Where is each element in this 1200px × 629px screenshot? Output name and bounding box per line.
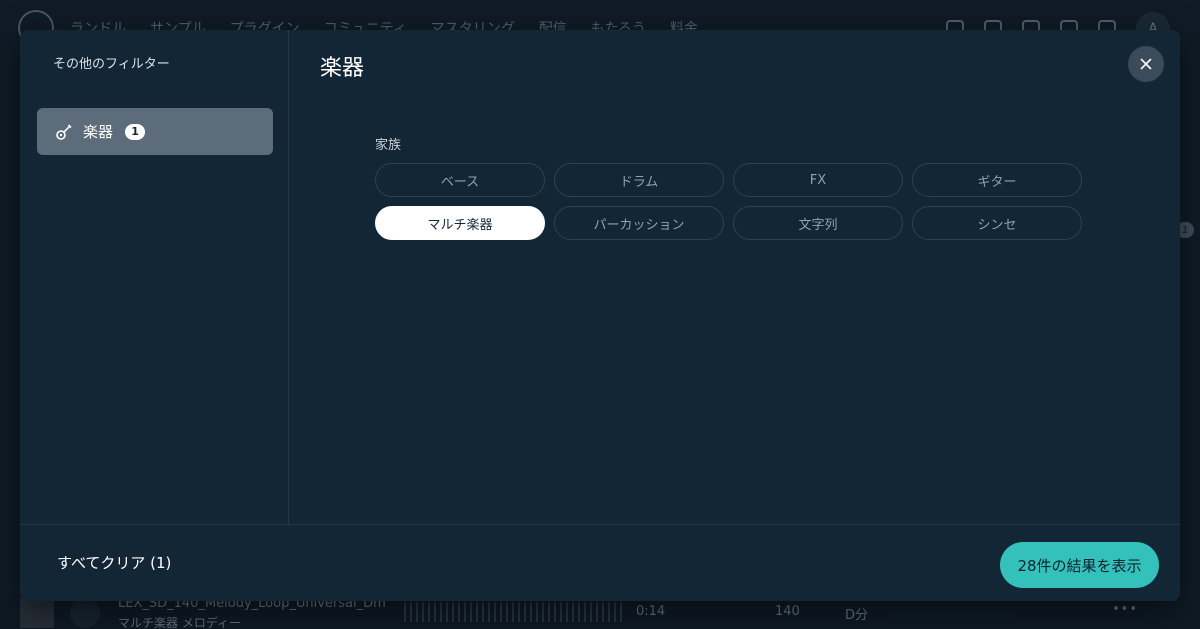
modal-footer: すべてクリア (1) 28件の結果を表示 xyxy=(20,524,1180,601)
filter-modal: その他のフィルター 楽器 1 楽器 家族 ベース ドラム FX ギター マルチ楽 xyxy=(20,30,1180,601)
waveform xyxy=(404,602,624,622)
sidebar-title: その他のフィルター xyxy=(53,57,170,72)
track-time: 0:14 xyxy=(636,604,666,619)
chip-drums[interactable]: ドラム xyxy=(554,163,724,197)
chip-strings[interactable]: 文字列 xyxy=(733,206,903,240)
chip-bass[interactable]: ベース xyxy=(375,163,545,197)
chip-fx[interactable]: FX xyxy=(733,163,903,197)
track-subtitle: マルチ楽器 メロディー xyxy=(118,616,241,629)
chip-percussion[interactable]: パーカッション xyxy=(554,206,724,240)
chip-synth[interactable]: シンセ xyxy=(912,206,1082,240)
selection-count-badge: 1 xyxy=(125,123,146,140)
clear-all-button[interactable]: すべてクリア (1) xyxy=(57,552,171,573)
more-icon: ••• xyxy=(1112,602,1139,617)
chip-guitar[interactable]: ギター xyxy=(912,163,1082,197)
track-bpm: 140 xyxy=(775,604,800,619)
chip-multi-instrument[interactable]: マルチ楽器 xyxy=(375,206,545,240)
close-icon xyxy=(1140,58,1152,70)
filter-sidebar: その他のフィルター 楽器 1 xyxy=(20,30,289,524)
family-chip-grid: ベース ドラム FX ギター マルチ楽器 パーカッション 文字列 シンセ xyxy=(375,163,1082,240)
play-icon xyxy=(70,598,100,628)
show-results-button[interactable]: 28件の結果を表示 xyxy=(1000,542,1159,588)
close-button[interactable] xyxy=(1128,46,1164,82)
track-key: D分 xyxy=(845,608,869,623)
guitar-icon xyxy=(55,123,73,141)
sidebar-item-instrument[interactable]: 楽器 1 xyxy=(37,108,273,155)
sidebar-item-label: 楽器 xyxy=(83,123,114,141)
page-title: 楽器 xyxy=(320,56,365,81)
group-label: 家族 xyxy=(375,138,402,153)
track-thumbnail xyxy=(20,598,54,628)
